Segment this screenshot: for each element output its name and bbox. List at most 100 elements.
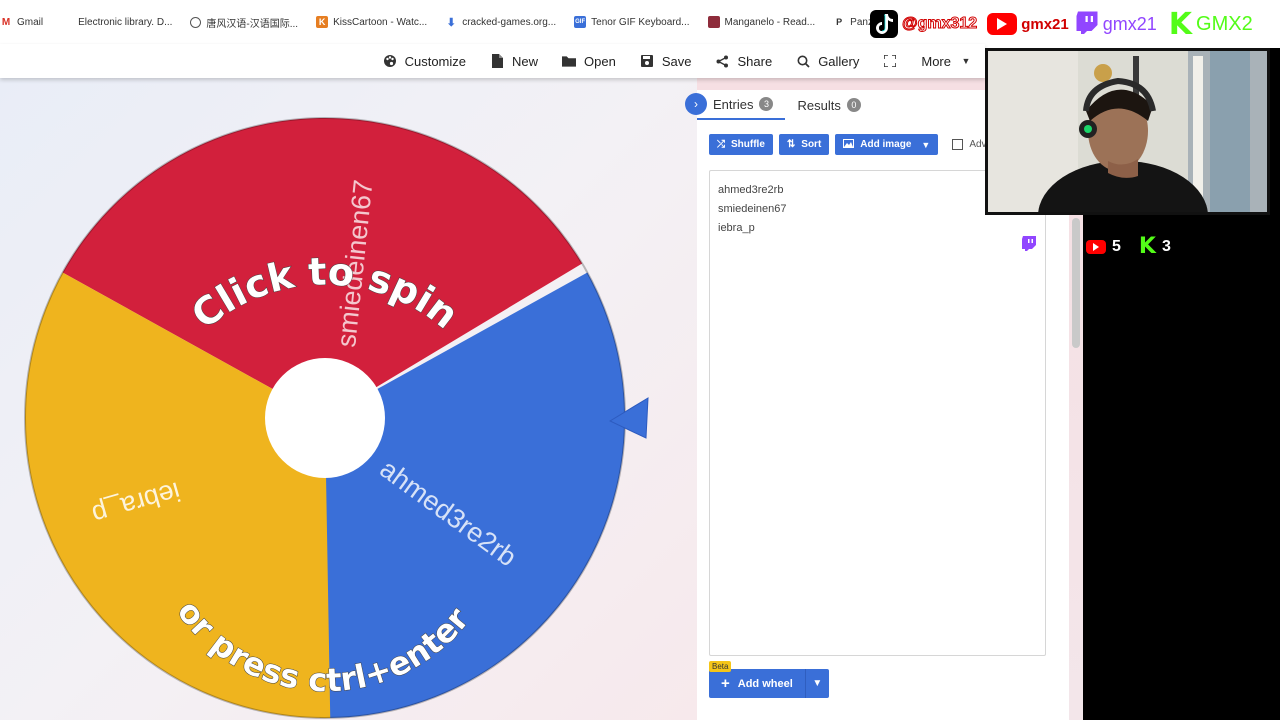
tiktok-handle: @gmx312 [870, 10, 978, 38]
caret-down-icon: ▼ [921, 139, 931, 150]
youtube-handle: gmx21 [987, 13, 1069, 35]
search-icon [796, 54, 810, 68]
youtube-counter: 5 [1086, 238, 1121, 256]
entry-actions: ⤮ Shuffle ⇅ Sort Add image ▼ Adva [709, 134, 992, 155]
kick-icon: K [1168, 6, 1193, 42]
add-image-label: Add image [860, 139, 912, 150]
sort-icon: ⇅ [786, 139, 796, 150]
bookmark-tangfeng[interactable]: 唐风汉语-汉语国际... [190, 11, 298, 33]
kick-label: GMX2 [1196, 12, 1253, 35]
bookmark-gmail[interactable]: M Gmail [0, 11, 43, 33]
bookmark-label: Tenor GIF Keyboard... [591, 16, 690, 28]
youtube-count: 5 [1112, 237, 1121, 255]
more-label: More [921, 53, 951, 69]
webcam-feed [985, 48, 1270, 215]
add-wheel-button[interactable]: + Add wheel [709, 669, 805, 698]
save-icon [640, 54, 654, 68]
globe-icon [190, 16, 202, 28]
add-wheel-group: Beta + Add wheel ▼ [709, 661, 829, 698]
share-icon [715, 54, 729, 68]
app-toolbar: Customize New Open Save Share Gallery Mo… [0, 44, 985, 78]
kick-icon: K [1138, 234, 1156, 259]
bookmark-label: KissCartoon - Watc... [333, 16, 428, 28]
share-label: Share [737, 53, 773, 69]
fullscreen-button[interactable] [883, 54, 897, 68]
bookmark-label: 唐风汉语-汉语国际... [206, 18, 299, 30]
tab-entries-label: Entries [713, 96, 754, 112]
add-wheel-label: Add wheel [737, 677, 793, 690]
open-button[interactable]: Open [562, 54, 616, 69]
entry-line: iebra_p [718, 222, 755, 234]
twitch-icon [1075, 9, 1099, 40]
customize-button[interactable]: Customize [383, 54, 466, 69]
customize-label: Customize [404, 53, 467, 69]
chevron-right-icon[interactable]: › [685, 93, 707, 115]
bookmark-label: Manganelo - Read... [724, 16, 816, 28]
chevron-down-icon: ▼ [961, 56, 971, 66]
manga-icon [707, 16, 720, 28]
plus-icon: + [721, 675, 730, 692]
gif-icon: GIF [574, 16, 587, 28]
tab-results-label: Results [797, 97, 841, 113]
bookmark-electronic-library[interactable]: Electronic library. D... [61, 11, 172, 33]
bookmark-cracked-games[interactable]: ⬇ cracked-games.org... [445, 11, 556, 33]
tiktok-icon [870, 10, 898, 38]
more-button[interactable]: More ▼ [921, 54, 973, 69]
add-wheel-dropdown[interactable]: ▼ [804, 669, 829, 698]
youtube-icon [1086, 239, 1106, 254]
new-button[interactable]: New [490, 54, 538, 69]
gmail-icon: M [0, 16, 12, 28]
tiktok-label: @gmx312 [901, 15, 978, 33]
panzoid-icon: P [833, 16, 846, 28]
youtube-label: gmx21 [1021, 15, 1069, 33]
open-label: Open [584, 53, 616, 69]
spin-wheel[interactable]: smiedeinen67 ahmed3re2rb iebra_p Click t… [0, 78, 697, 720]
gallery-label: Gallery [818, 53, 860, 69]
sort-button[interactable]: ⇅ Sort [778, 134, 830, 155]
fullscreen-icon [883, 54, 897, 68]
stream-counters: 5 K 3 [1086, 234, 1171, 259]
library-icon [61, 16, 74, 28]
save-button[interactable]: Save [640, 53, 692, 69]
bookmark-manganelo[interactable]: Manganelo - Read... [707, 11, 816, 33]
results-count-badge: 0 [846, 98, 861, 112]
add-image-button[interactable]: Add image ▼ [835, 134, 939, 155]
tab-results[interactable]: Results 0 [797, 90, 872, 120]
kick-counter: K 3 [1139, 234, 1171, 259]
shuffle-button[interactable]: ⤮ Shuffle [709, 134, 773, 155]
panel-tabs: › Entries 3 Results 0 [685, 90, 873, 120]
kick-handle: K GMX2 [1169, 7, 1253, 42]
download-icon: ⬇ [445, 16, 458, 29]
twitch-label: gmx21 [1102, 13, 1157, 34]
bookmark-label: Electronic library. D... [78, 16, 173, 28]
document-icon [490, 54, 504, 68]
bookmark-label: Gmail [17, 16, 44, 28]
sort-label: Sort [801, 139, 822, 150]
twitch-icon[interactable] [1021, 235, 1037, 251]
shuffle-label: Shuffle [731, 139, 765, 150]
wheel-center[interactable] [265, 358, 385, 478]
bookmark-tenor[interactable]: GIF Tenor GIF Keyboard... [574, 11, 690, 33]
save-label: Save [661, 53, 692, 69]
kick-count: 3 [1161, 237, 1171, 255]
twitch-handle: gmx21 [1075, 9, 1157, 40]
bookmark-kisscartoon[interactable]: K KissCartoon - Watc... [316, 11, 427, 33]
entries-textarea[interactable]: ahmed3re2rb smiedeinen67 iebra_p [709, 170, 1046, 656]
tab-entries[interactable]: › Entries 3 [685, 90, 786, 120]
gallery-button[interactable]: Gallery [796, 54, 859, 69]
bookmark-label: cracked-games.org... [462, 16, 557, 28]
kisscartoon-icon: K [316, 16, 329, 28]
share-button[interactable]: Share [715, 54, 772, 69]
panel-scrollbar[interactable] [1072, 218, 1080, 348]
youtube-icon [987, 13, 1018, 35]
advanced-checkbox[interactable] [952, 139, 964, 150]
folder-icon [562, 54, 577, 68]
caret-down-icon: ▼ [812, 678, 823, 689]
social-bar: @gmx312 gmx21 gmx21 K GMX2 [870, 0, 1280, 48]
shuffle-icon: ⤮ [717, 139, 725, 150]
beta-badge: Beta [709, 661, 732, 672]
image-icon [843, 138, 855, 151]
palette-icon [383, 54, 397, 68]
new-label: New [512, 53, 539, 69]
entries-count-badge: 3 [759, 97, 774, 111]
